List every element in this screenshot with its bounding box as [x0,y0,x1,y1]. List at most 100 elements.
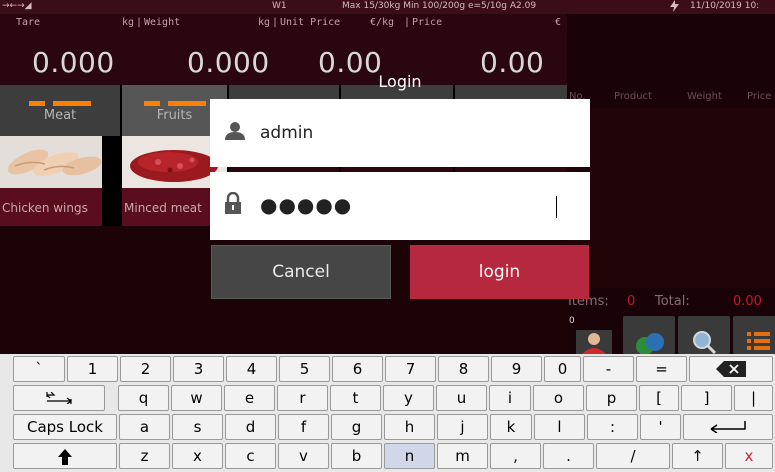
key-close-keyboard[interactable]: x [725,443,773,469]
key-w[interactable]: w [171,385,222,411]
key-6[interactable]: 6 [332,356,383,382]
unit-price-unit: €/kg [370,17,395,28]
key-i[interactable]: i [489,385,531,411]
chicken-wings-image [0,136,102,188]
customer-button[interactable]: 0 [568,316,620,354]
key-t[interactable]: t [330,385,381,411]
key-c[interactable]: c [225,443,276,469]
key-slash[interactable]: / [596,443,670,469]
key-y[interactable]: y [383,385,434,411]
product-label: Minced meat [124,201,202,215]
key-1[interactable]: 1 [67,356,118,382]
tare-unit: kg [122,17,135,28]
status-bar: →←→◢ W1 Max 15/30kg Min 100/200g e=5/10g… [0,0,775,14]
key-3[interactable]: 3 [173,356,224,382]
key-p[interactable]: p [586,385,637,411]
password-value: ●●●●● [260,193,353,217]
scale-id: W1 [272,1,287,11]
key-4[interactable]: 4 [226,356,277,382]
key-minus[interactable]: - [583,356,634,382]
search-button[interactable] [678,316,730,354]
tare-label: Tare [16,17,41,28]
key-comma[interactable]: , [490,443,541,469]
key-x[interactable]: x [172,443,223,469]
key-7[interactable]: 7 [385,356,436,382]
key-left-bracket[interactable]: [ [639,385,679,411]
on-screen-keyboard: ` 1 2 3 4 5 6 7 8 9 0 - = q w e r t y u … [0,354,775,472]
receipt-panel: No. Product Weight Price Items: 0 Total:… [567,14,775,354]
key-backtick[interactable]: ` [13,356,65,382]
unit-price-label: Unit Price [280,17,341,28]
text-caret [556,196,557,218]
connection-indicators: →←→◢ [2,1,32,11]
category-meat[interactable]: Meat [0,85,120,136]
search-icon [693,331,717,354]
product-label: Chicken wings [2,201,88,215]
key-backspace[interactable] [689,356,773,382]
key-quote[interactable]: ' [640,414,681,440]
category-label: Meat [43,108,77,123]
col-weight: Weight [687,91,722,102]
key-m[interactable]: m [437,443,488,469]
key-period[interactable]: . [543,443,594,469]
key-shift[interactable] [13,443,117,469]
key-z[interactable]: z [119,443,170,469]
login-button[interactable]: login [410,245,589,299]
customers-icon [636,333,664,354]
key-j[interactable]: j [437,414,488,440]
category-marker [29,101,91,106]
key-caps-lock[interactable]: Caps Lock [13,414,117,440]
key-v[interactable]: v [278,443,329,469]
username-value: admin [260,123,314,143]
user-icon [225,122,245,140]
product-chicken-wings[interactable]: Chicken wings [0,136,102,226]
key-0[interactable]: 0 [544,356,581,382]
key-d[interactable]: d [225,414,276,440]
key-n[interactable]: n [384,443,435,469]
col-product: Product [614,91,652,102]
key-k[interactable]: k [490,414,532,440]
key-tab[interactable] [13,385,105,411]
receipt-list[interactable] [567,108,775,288]
key-h[interactable]: h [384,414,435,440]
tare-value: 0.000 [32,46,115,79]
key-s[interactable]: s [172,414,223,440]
key-f[interactable]: f [278,414,329,440]
key-a[interactable]: a [119,414,170,440]
key-e[interactable]: e [224,385,275,411]
key-equals[interactable]: = [636,356,687,382]
col-price: Price [747,91,772,102]
scale-info: Max 15/30kg Min 100/200g e=5/10g A2.09 [342,1,537,11]
total-label: Total: [655,294,690,309]
key-u[interactable]: u [436,385,487,411]
tab-icon [46,391,72,405]
customers-button[interactable] [623,316,675,354]
customer-icon [576,330,612,354]
username-field[interactable]: admin [210,99,590,167]
list-button[interactable] [733,316,775,354]
key-r[interactable]: r [277,385,328,411]
key-b[interactable]: b [331,443,382,469]
list-icon [747,332,770,350]
password-field[interactable]: ●●●●● [210,172,590,240]
key-g[interactable]: g [331,414,382,440]
backspace-icon [716,361,746,377]
datetime: 11/10/2019 10: [690,1,760,11]
key-colon[interactable]: : [587,414,638,440]
key-right-bracket[interactable]: ] [681,385,732,411]
total-value: 0.00 [733,294,762,309]
receipt-totals: Items: 0 Total: 0.00 [567,290,775,312]
key-pipe[interactable]: | [734,385,773,411]
weight-unit: kg [258,17,271,28]
cancel-button[interactable]: Cancel [211,245,391,299]
key-enter[interactable] [683,414,773,440]
price-unit: € [555,17,562,28]
key-l[interactable]: l [534,414,585,440]
key-8[interactable]: 8 [438,356,489,382]
key-5[interactable]: 5 [279,356,330,382]
key-q[interactable]: q [118,385,169,411]
key-2[interactable]: 2 [120,356,171,382]
key-up-arrow[interactable]: ↑ [672,443,723,469]
key-9[interactable]: 9 [491,356,542,382]
key-o[interactable]: o [533,385,584,411]
